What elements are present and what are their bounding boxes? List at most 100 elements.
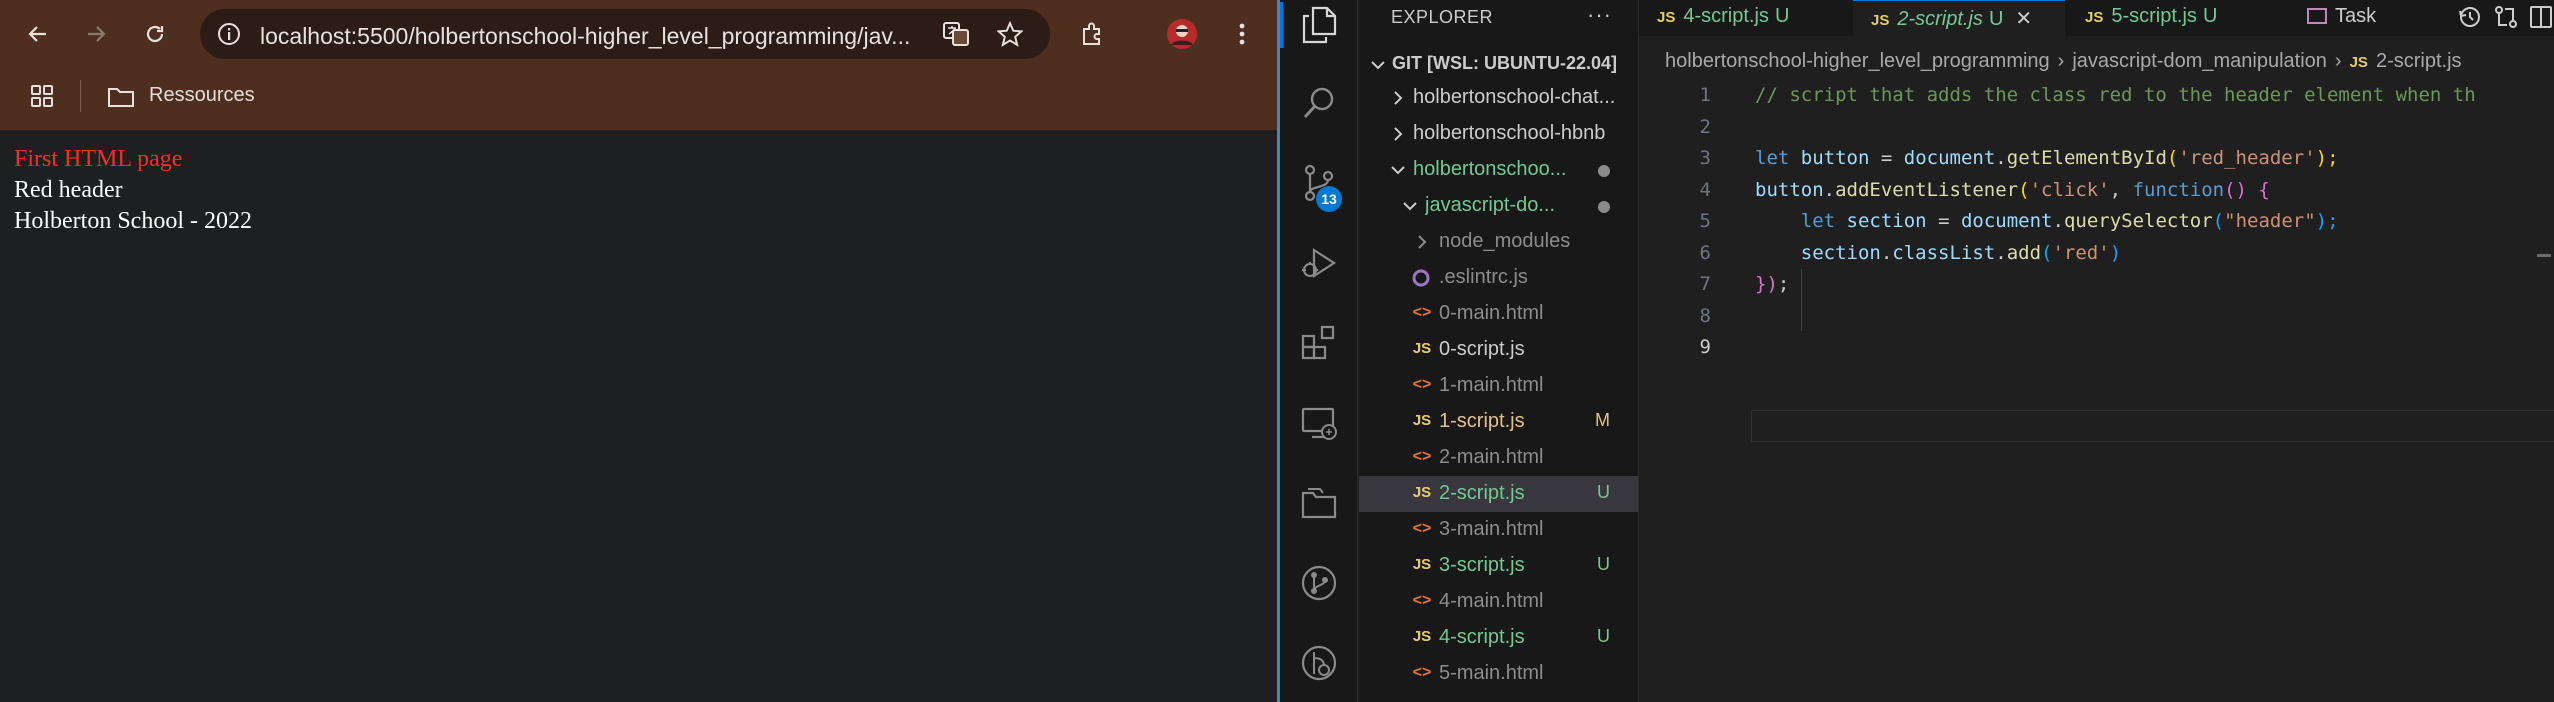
js-file-icon: JS: [1412, 340, 1432, 357]
code-token: (: [2166, 147, 2179, 169]
timeline-icon[interactable]: [2457, 4, 2483, 30]
tree-folder-chat[interactable]: holbertonschool-chat...: [1359, 80, 1638, 116]
code-editor[interactable]: 1 // script that adds the class red to th…: [1639, 80, 2554, 442]
modified-dot: [1598, 201, 1610, 213]
html-icon: <>: [1412, 520, 1432, 537]
line-number: 9: [1699, 336, 1711, 358]
back-button[interactable]: [18, 14, 58, 54]
eslint-icon: [1411, 268, 1433, 288]
tab-label: 4-script.js: [1683, 5, 1769, 27]
tab-2-script-js[interactable]: JS 2-script.js U ✕: [1853, 0, 2065, 36]
tree-file-1-script-js[interactable]: JS 1-script.js M: [1359, 404, 1638, 440]
tree-file-0-script-js[interactable]: JS 0-script.js: [1359, 332, 1638, 368]
tree-file-2-main-html[interactable]: <> 2-main.html: [1359, 440, 1638, 476]
apps-grid-icon[interactable]: [30, 84, 54, 108]
tree-file-0-main-html[interactable]: <> 0-main.html: [1359, 296, 1638, 332]
chevron-right-icon: ›: [2057, 50, 2065, 72]
extensions-button[interactable]: [1073, 14, 1113, 54]
search-icon[interactable]: [1296, 80, 1342, 126]
tree-item-label: holbertonschool-hbnb: [1413, 122, 1606, 144]
breadcrumb-item[interactable]: holbertonschool-higher_level_programming: [1665, 50, 2050, 72]
code-token: section: [1800, 241, 1881, 264]
tree-file-5-main-html[interactable]: <> 5-main.html: [1359, 656, 1638, 692]
tree-item-label: holbertonschoo...: [1413, 158, 1567, 180]
code-token: document: [1960, 210, 2053, 232]
breadcrumb-item[interactable]: javascript-dom_manipulation: [2072, 50, 2327, 72]
page-footer: Holberton School - 2022: [14, 208, 252, 234]
code-token: 'red_header': [2178, 147, 2316, 169]
translate-icon[interactable]: [941, 19, 971, 49]
explorer-files-icon[interactable]: [1296, 2, 1342, 48]
code-token: button: [1755, 178, 1824, 201]
js-file-icon: JS: [1871, 12, 1890, 29]
git-graph-icon[interactable]: [1296, 560, 1342, 606]
chevron-right-icon: [1394, 91, 1403, 105]
red-header-button[interactable]: Red header: [14, 175, 1277, 206]
code-token: .: [1880, 241, 1893, 264]
tab-close-icon[interactable]: ✕: [2015, 8, 2032, 30]
tree-file-2-script-js[interactable]: JS 2-script.js U: [1359, 476, 1638, 512]
browser-menu-button[interactable]: [1222, 14, 1262, 54]
code-token: (: [2212, 210, 2225, 232]
code-token: querySelector: [2063, 210, 2213, 232]
gitlens-icon[interactable]: [1296, 640, 1342, 686]
run-debug-icon[interactable]: [1296, 240, 1342, 286]
bookmark-folder-ressources[interactable]: Ressources: [149, 84, 255, 107]
puzzle-icon: [1083, 22, 1100, 45]
code-line: 4 button.addEventListener('click', functi…: [1639, 175, 2554, 207]
profile-avatar[interactable]: [1162, 14, 1202, 54]
forward-button[interactable]: [76, 14, 116, 54]
js-file-icon: JS: [2085, 9, 2104, 26]
line-number: 6: [1699, 241, 1711, 264]
line-number: 1: [1699, 84, 1711, 106]
explorer-more-actions[interactable]: ···: [1587, 2, 1612, 28]
tree-item-label: 3-script.js: [1439, 554, 1525, 576]
code-token: let: [1800, 210, 1836, 232]
code-token: (): [2224, 178, 2247, 201]
tab-5-script-js[interactable]: JS 5-script.js U: [2067, 0, 2277, 36]
editor-area: JS 4-script.js U JS 2-script.js U ✕ JS 5-scrip…: [1638, 0, 2554, 702]
tree-folder-hbnb[interactable]: holbertonschool-hbnb: [1359, 116, 1638, 152]
compare-changes-icon[interactable]: [2493, 4, 2519, 30]
workspace-header[interactable]: GIT [WSL: UBUNTU-22.04]: [1359, 50, 1638, 80]
code-token: "header": [2224, 210, 2316, 232]
tree-file-3-script-js[interactable]: JS 3-script.js U: [1359, 548, 1638, 584]
code-line: 6 section.classList.add('red'): [1639, 238, 2554, 270]
tree-item-label: 1-script.js: [1439, 410, 1525, 432]
tree-folder-dom[interactable]: javascript-do...: [1359, 188, 1638, 224]
code-token: .: [1995, 241, 2007, 264]
tree-file-eslintrc[interactable]: .eslintrc.js: [1359, 260, 1638, 296]
kebab-menu-icon: [1239, 23, 1245, 45]
tree-item-label: 0-script.js: [1439, 338, 1525, 360]
extensions-icon[interactable]: [1296, 320, 1342, 366]
remote-explorer-icon[interactable]: [1296, 400, 1342, 446]
js-file-icon: JS: [1412, 628, 1432, 645]
breadcrumb-item[interactable]: 2-script.js: [2376, 50, 2462, 72]
site-info-icon[interactable]: [214, 19, 244, 49]
tree-folder-node-modules[interactable]: node_modules: [1359, 224, 1638, 260]
split-editor-icon[interactable]: [2529, 4, 2553, 30]
star-bookmark-icon[interactable]: [995, 19, 1025, 49]
url-text[interactable]: localhost:5500/holbertonschool-higher_le…: [260, 23, 910, 50]
reload-button[interactable]: [135, 14, 175, 54]
code-token: ;: [1777, 273, 1790, 295]
project-manager-icon[interactable]: [1296, 480, 1342, 526]
js-file-icon: JS: [2349, 54, 2368, 71]
tree-file-4-script-js[interactable]: JS 4-script.js U: [1359, 620, 1638, 656]
line-number: 2: [1699, 115, 1711, 138]
code-token: (: [2018, 178, 2030, 201]
tab-task[interactable]: Task: [2293, 0, 2433, 36]
chevron-down-icon: [1371, 61, 1385, 70]
tab-4-script-js[interactable]: JS 4-script.js U: [1639, 0, 1851, 36]
line-number: 4: [1699, 178, 1711, 201]
html-icon: <>: [1412, 664, 1432, 681]
tree-file-1-main-html[interactable]: <> 1-main.html: [1359, 368, 1638, 404]
tree-file-4-main-html[interactable]: <> 4-main.html: [1359, 584, 1638, 620]
chevron-right-icon: ›: [2334, 50, 2342, 72]
tree-file-3-main-html[interactable]: <> 3-main.html: [1359, 512, 1638, 548]
code-token: function: [2132, 178, 2225, 201]
tab-label: 5-script.js: [2111, 5, 2197, 27]
address-bar[interactable]: localhost:5500/holbertonschool-higher_le…: [200, 9, 1050, 59]
tree-folder-higher-level[interactable]: holbertonschoo...: [1359, 152, 1638, 188]
explorer-sidebar: EXPLORER ··· GIT [WSL: UBUNTU-22.04] hol…: [1359, 0, 1638, 702]
